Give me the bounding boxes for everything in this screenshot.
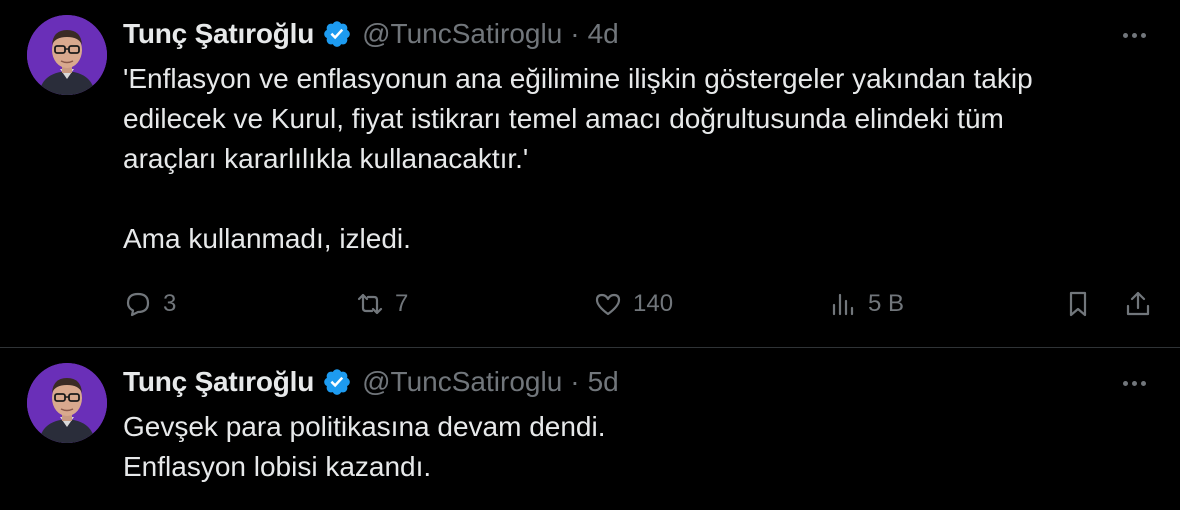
views-chart-icon	[832, 293, 854, 316]
reply-count: 3	[163, 290, 177, 317]
tweet[interactable]: Tunç Şatıroğlu @TuncSatiroglu · 4d 'Enfl…	[0, 0, 1180, 348]
verified-badge-icon	[322, 367, 352, 397]
share-button[interactable]	[1123, 282, 1153, 326]
separator-dot: ·	[570, 18, 580, 49]
bookmark-icon	[1069, 291, 1087, 317]
views-count: 5 B	[868, 290, 905, 317]
verified-badge-icon	[322, 19, 352, 49]
author-handle[interactable]: @TuncSatiroglu	[362, 366, 562, 398]
heart-icon	[595, 293, 621, 316]
author-name[interactable]: Tunç Şatıroğlu	[123, 18, 314, 50]
tweet-text: 'Enflasyon ve enflasyonun ana eğilimine …	[123, 63, 1033, 254]
retweet-icon	[357, 293, 383, 315]
reply-button[interactable]: 3	[123, 282, 176, 326]
retweet-button[interactable]: 7	[355, 282, 408, 326]
tweet-header: Tunç Şatıroğlu @TuncSatiroglu · 5d	[123, 362, 619, 402]
separator-dot: ·	[570, 366, 580, 397]
avatar[interactable]	[27, 15, 107, 95]
author-handle[interactable]: @TuncSatiroglu	[362, 18, 562, 50]
more-horizontal-icon[interactable]	[1116, 368, 1152, 398]
more-horizontal-icon[interactable]	[1116, 20, 1152, 50]
retweet-count: 7	[395, 290, 409, 317]
like-button[interactable]: 140	[593, 282, 673, 326]
timestamp[interactable]: 5d	[588, 366, 619, 398]
reply-icon	[126, 292, 150, 317]
author-name[interactable]: Tunç Şatıroğlu	[123, 366, 314, 398]
like-count: 140	[633, 290, 674, 317]
share-icon	[1126, 291, 1150, 316]
avatar[interactable]	[27, 363, 107, 443]
views-button[interactable]: 5 B	[828, 282, 904, 326]
timestamp[interactable]: 4d	[588, 18, 619, 50]
tweet-header: Tunç Şatıroğlu @TuncSatiroglu · 4d	[123, 14, 619, 54]
action-bar: 3 7 140 5 B	[123, 282, 1158, 326]
tweet[interactable]: Tunç Şatıroğlu @TuncSatiroglu · 5d Gevşe…	[0, 348, 1180, 510]
bookmark-button[interactable]	[1063, 282, 1093, 326]
tweet-text: Gevşek para politikasına devam dendi. En…	[123, 411, 606, 482]
